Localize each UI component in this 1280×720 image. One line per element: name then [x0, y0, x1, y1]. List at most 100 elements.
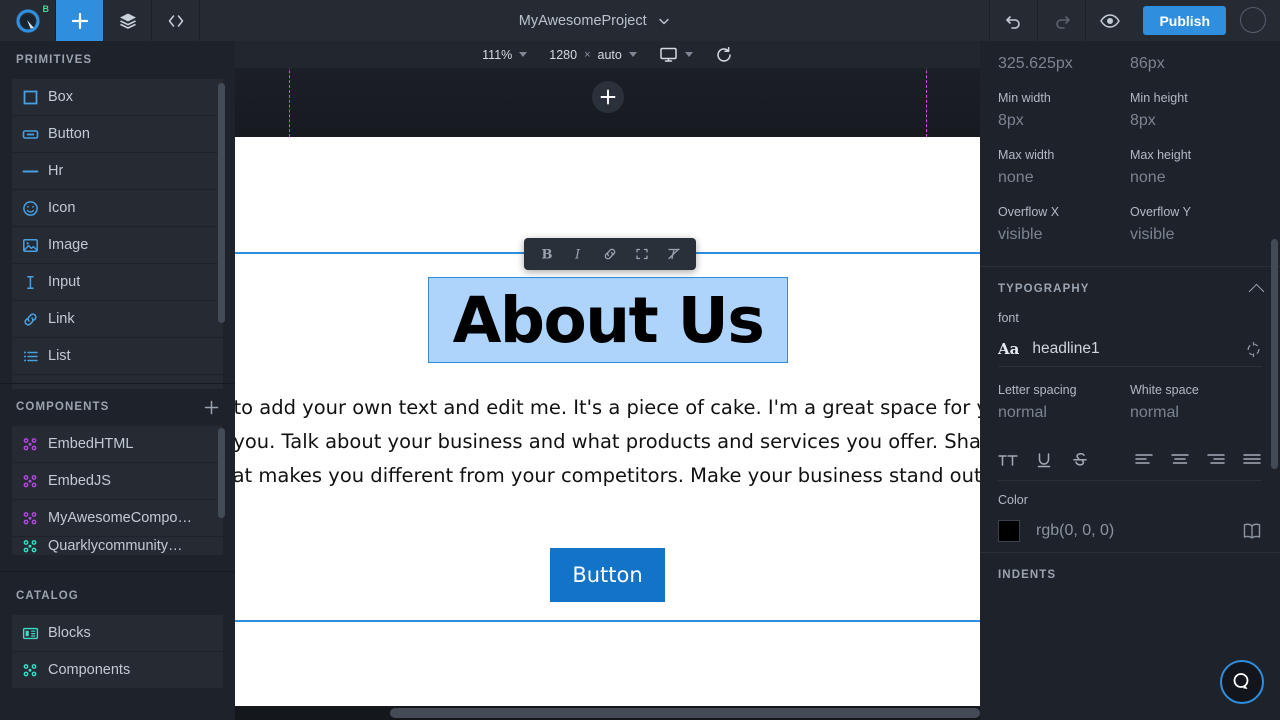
- indents-title: INDENTS: [998, 569, 1057, 581]
- reset-icon[interactable]: [1245, 341, 1262, 358]
- min-height-value[interactable]: 8px: [1130, 112, 1262, 130]
- primitives-scrollbar[interactable]: [218, 83, 225, 323]
- sidebar-item-input[interactable]: Input: [12, 264, 223, 300]
- palette-book-icon[interactable]: [1242, 522, 1262, 540]
- layers-button[interactable]: [104, 0, 152, 41]
- code-block-icon[interactable]: [626, 238, 658, 270]
- max-width-value[interactable]: none: [998, 169, 1130, 187]
- primitives-section-header: PRIMITIVES: [0, 41, 235, 79]
- sidebar-item-embedhtml[interactable]: EmbedHTML: [12, 426, 223, 462]
- italic-icon[interactable]: I: [562, 238, 594, 270]
- sidebar-item-components-catalog[interactable]: Components: [12, 652, 223, 688]
- body-line: re to add your own text and edit me. It'…: [235, 396, 980, 419]
- redo-arrow-icon: [1056, 15, 1070, 29]
- components-section-header: COMPONENTS: [0, 388, 235, 426]
- align-center-icon[interactable]: [1170, 450, 1190, 470]
- help-chat-button[interactable]: [1220, 660, 1264, 704]
- device-selector[interactable]: [648, 45, 704, 64]
- max-height-value[interactable]: none: [1130, 169, 1262, 187]
- undo-button[interactable]: [989, 0, 1037, 41]
- sidebar-item-button[interactable]: Button: [12, 116, 223, 152]
- sidebar-item-myawesomecomponent[interactable]: MyAwesomeCompo…: [12, 500, 223, 536]
- sidebar-item-quarklycommunity[interactable]: Quarklycommunity…: [12, 537, 223, 555]
- zoom-control[interactable]: 111%: [471, 48, 538, 62]
- design-canvas[interactable]: B I About Us re to add your own text and…: [235, 41, 980, 720]
- link-icon[interactable]: [594, 238, 626, 270]
- selected-heading-block[interactable]: About Us: [428, 277, 788, 363]
- app-logo-button[interactable]: B: [0, 0, 56, 41]
- avatar[interactable]: [1240, 7, 1266, 33]
- publish-button[interactable]: Publish: [1143, 6, 1226, 35]
- rich-text-format-toolbar: B I: [524, 238, 696, 270]
- min-width-value[interactable]: 8px: [998, 112, 1130, 130]
- sidebar-item-partial[interactable]: [12, 375, 223, 389]
- typography-title: TYPOGRAPHY: [998, 283, 1090, 295]
- beta-badge: B: [42, 4, 50, 14]
- sidebar-item-label: Image: [48, 237, 89, 253]
- underline-icon[interactable]: [1034, 450, 1054, 470]
- body-line: t you. Talk about your business and what…: [235, 430, 980, 453]
- scrollbar-thumb[interactable]: [390, 708, 980, 718]
- redo-button[interactable]: [1037, 0, 1085, 41]
- preview-button[interactable]: [1085, 0, 1133, 41]
- white-space-value[interactable]: normal: [1130, 404, 1262, 422]
- body-paragraph[interactable]: re to add your own text and edit me. It'…: [235, 391, 980, 493]
- letter-spacing-value[interactable]: normal: [998, 404, 1130, 422]
- zoom-value: 111%: [482, 47, 513, 62]
- code-view-button[interactable]: [152, 0, 200, 41]
- sidebar-item-link[interactable]: Link: [12, 301, 223, 337]
- sidebar-item-label: Components: [48, 662, 131, 678]
- color-swatch[interactable]: [998, 520, 1020, 542]
- sidebar-item-list[interactable]: List: [12, 338, 223, 374]
- chevron-down-icon: [519, 52, 528, 57]
- primitives-title: PRIMITIVES: [16, 54, 93, 66]
- indents-section-header[interactable]: INDENTS: [980, 553, 1280, 597]
- layers-icon: [119, 13, 136, 29]
- cta-button[interactable]: Button: [550, 548, 665, 602]
- properties-panel: 325.625px 86px Min width 8px Min height …: [980, 41, 1280, 720]
- chevron-down-icon: [684, 52, 693, 57]
- height-value[interactable]: 86px: [1130, 55, 1262, 73]
- width-value[interactable]: 325.625px: [998, 55, 1130, 73]
- overflow-x-value[interactable]: visible: [998, 226, 1130, 244]
- reload-preview-button[interactable]: [704, 46, 744, 64]
- sidebar-item-embedjs[interactable]: EmbedJS: [12, 463, 223, 499]
- font-value: headline1: [1032, 340, 1100, 357]
- viewport-size-control[interactable]: 1280 × auto: [538, 48, 648, 62]
- components-scrollbar[interactable]: [218, 428, 225, 518]
- chevron-down-icon: [658, 18, 669, 24]
- canvas-horizontal-scrollbar[interactable]: [235, 706, 980, 720]
- sidebar-item-blocks[interactable]: Blocks: [12, 615, 223, 651]
- project-title-dropdown[interactable]: MyAwesomeProject: [200, 0, 989, 41]
- typography-section-header[interactable]: TYPOGRAPHY: [980, 267, 1280, 311]
- catalog-list: Blocks Components: [0, 615, 235, 688]
- image-icon: [22, 237, 48, 254]
- properties-panel-scrollbar[interactable]: [1271, 239, 1278, 469]
- min-size-row: Min width 8px Min height 8px: [980, 91, 1280, 148]
- add-element-button[interactable]: [56, 0, 104, 41]
- sidebar-item-hr[interactable]: Hr: [12, 153, 223, 189]
- align-left-icon[interactable]: [1134, 450, 1154, 470]
- components-list: EmbedHTML EmbedJS MyAwesomeCompo… Quarkl…: [0, 426, 235, 555]
- align-right-icon[interactable]: [1206, 450, 1226, 470]
- sidebar-item-icon[interactable]: Icon: [12, 190, 223, 226]
- sidebar-item-box[interactable]: Box: [12, 79, 223, 115]
- components-title: COMPONENTS: [16, 401, 110, 413]
- align-justify-icon[interactable]: [1242, 450, 1262, 470]
- panel-divider: [998, 366, 1262, 367]
- uppercase-icon[interactable]: [998, 450, 1018, 470]
- strikethrough-icon[interactable]: [1070, 450, 1090, 470]
- color-picker-row[interactable]: rgb(0, 0, 0): [980, 514, 1280, 548]
- sidebar-item-image[interactable]: Image: [12, 227, 223, 263]
- add-section-button[interactable]: [591, 81, 624, 113]
- clear-format-icon[interactable]: [658, 238, 690, 270]
- bold-icon[interactable]: B: [530, 238, 562, 270]
- sidebar-item-label: Blocks: [48, 625, 91, 641]
- smiley-icon: [22, 200, 48, 217]
- overflow-y-value[interactable]: visible: [1130, 226, 1262, 244]
- plus-icon[interactable]: [204, 400, 219, 415]
- color-value: rgb(0, 0, 0): [1036, 522, 1115, 539]
- font-selector-row[interactable]: Aa headline1: [980, 332, 1280, 366]
- sidebar-item-label: Quarklycommunity…: [48, 538, 183, 554]
- component-icon: [22, 473, 48, 490]
